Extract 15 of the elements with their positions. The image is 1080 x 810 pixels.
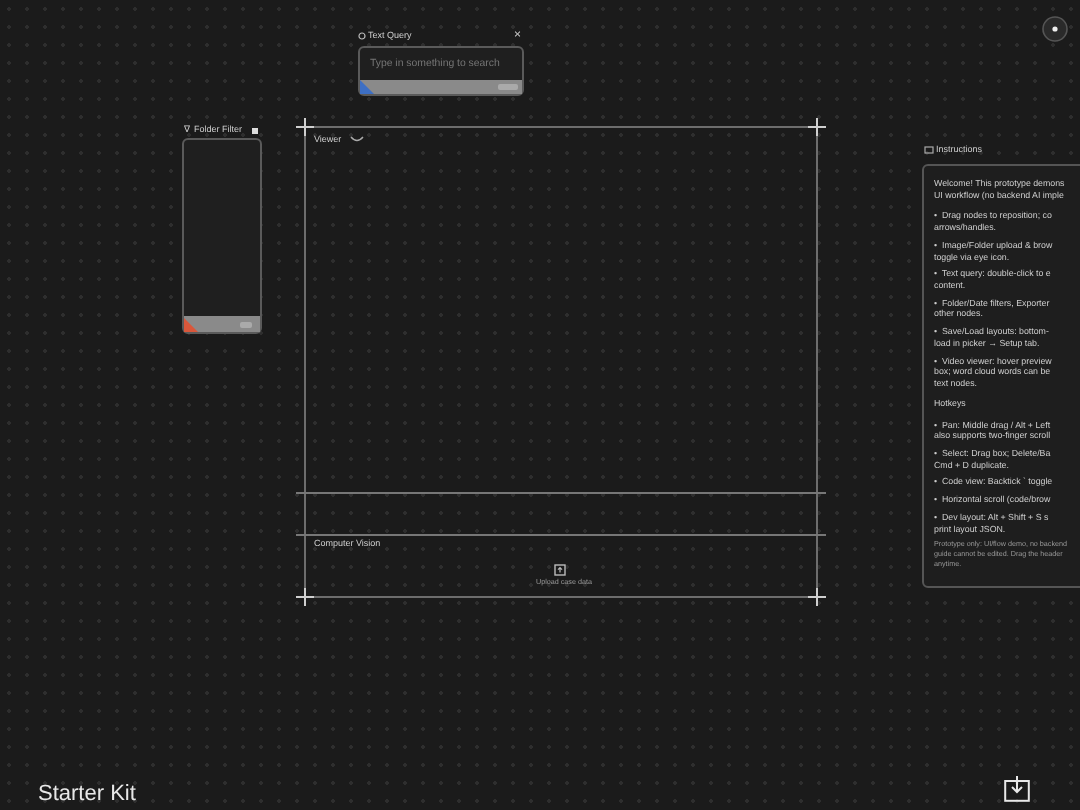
search-icon <box>358 32 366 40</box>
corner-triangle-icon <box>360 80 374 94</box>
upload-icon[interactable] <box>554 564 566 576</box>
panel-icon <box>924 146 934 154</box>
corner-triangle-icon <box>184 318 198 332</box>
corner-mark-icon <box>808 588 826 606</box>
status-pill <box>240 322 252 328</box>
settings-button[interactable] <box>1042 16 1068 42</box>
status-pill <box>498 84 518 90</box>
corner-mark-icon <box>296 588 314 606</box>
download-icon[interactable] <box>1004 776 1030 802</box>
spinner-icon <box>350 136 364 144</box>
app-title: Starter Kit <box>38 780 136 810</box>
corner-mark-icon <box>296 118 314 136</box>
corner-mark-icon <box>808 118 826 136</box>
